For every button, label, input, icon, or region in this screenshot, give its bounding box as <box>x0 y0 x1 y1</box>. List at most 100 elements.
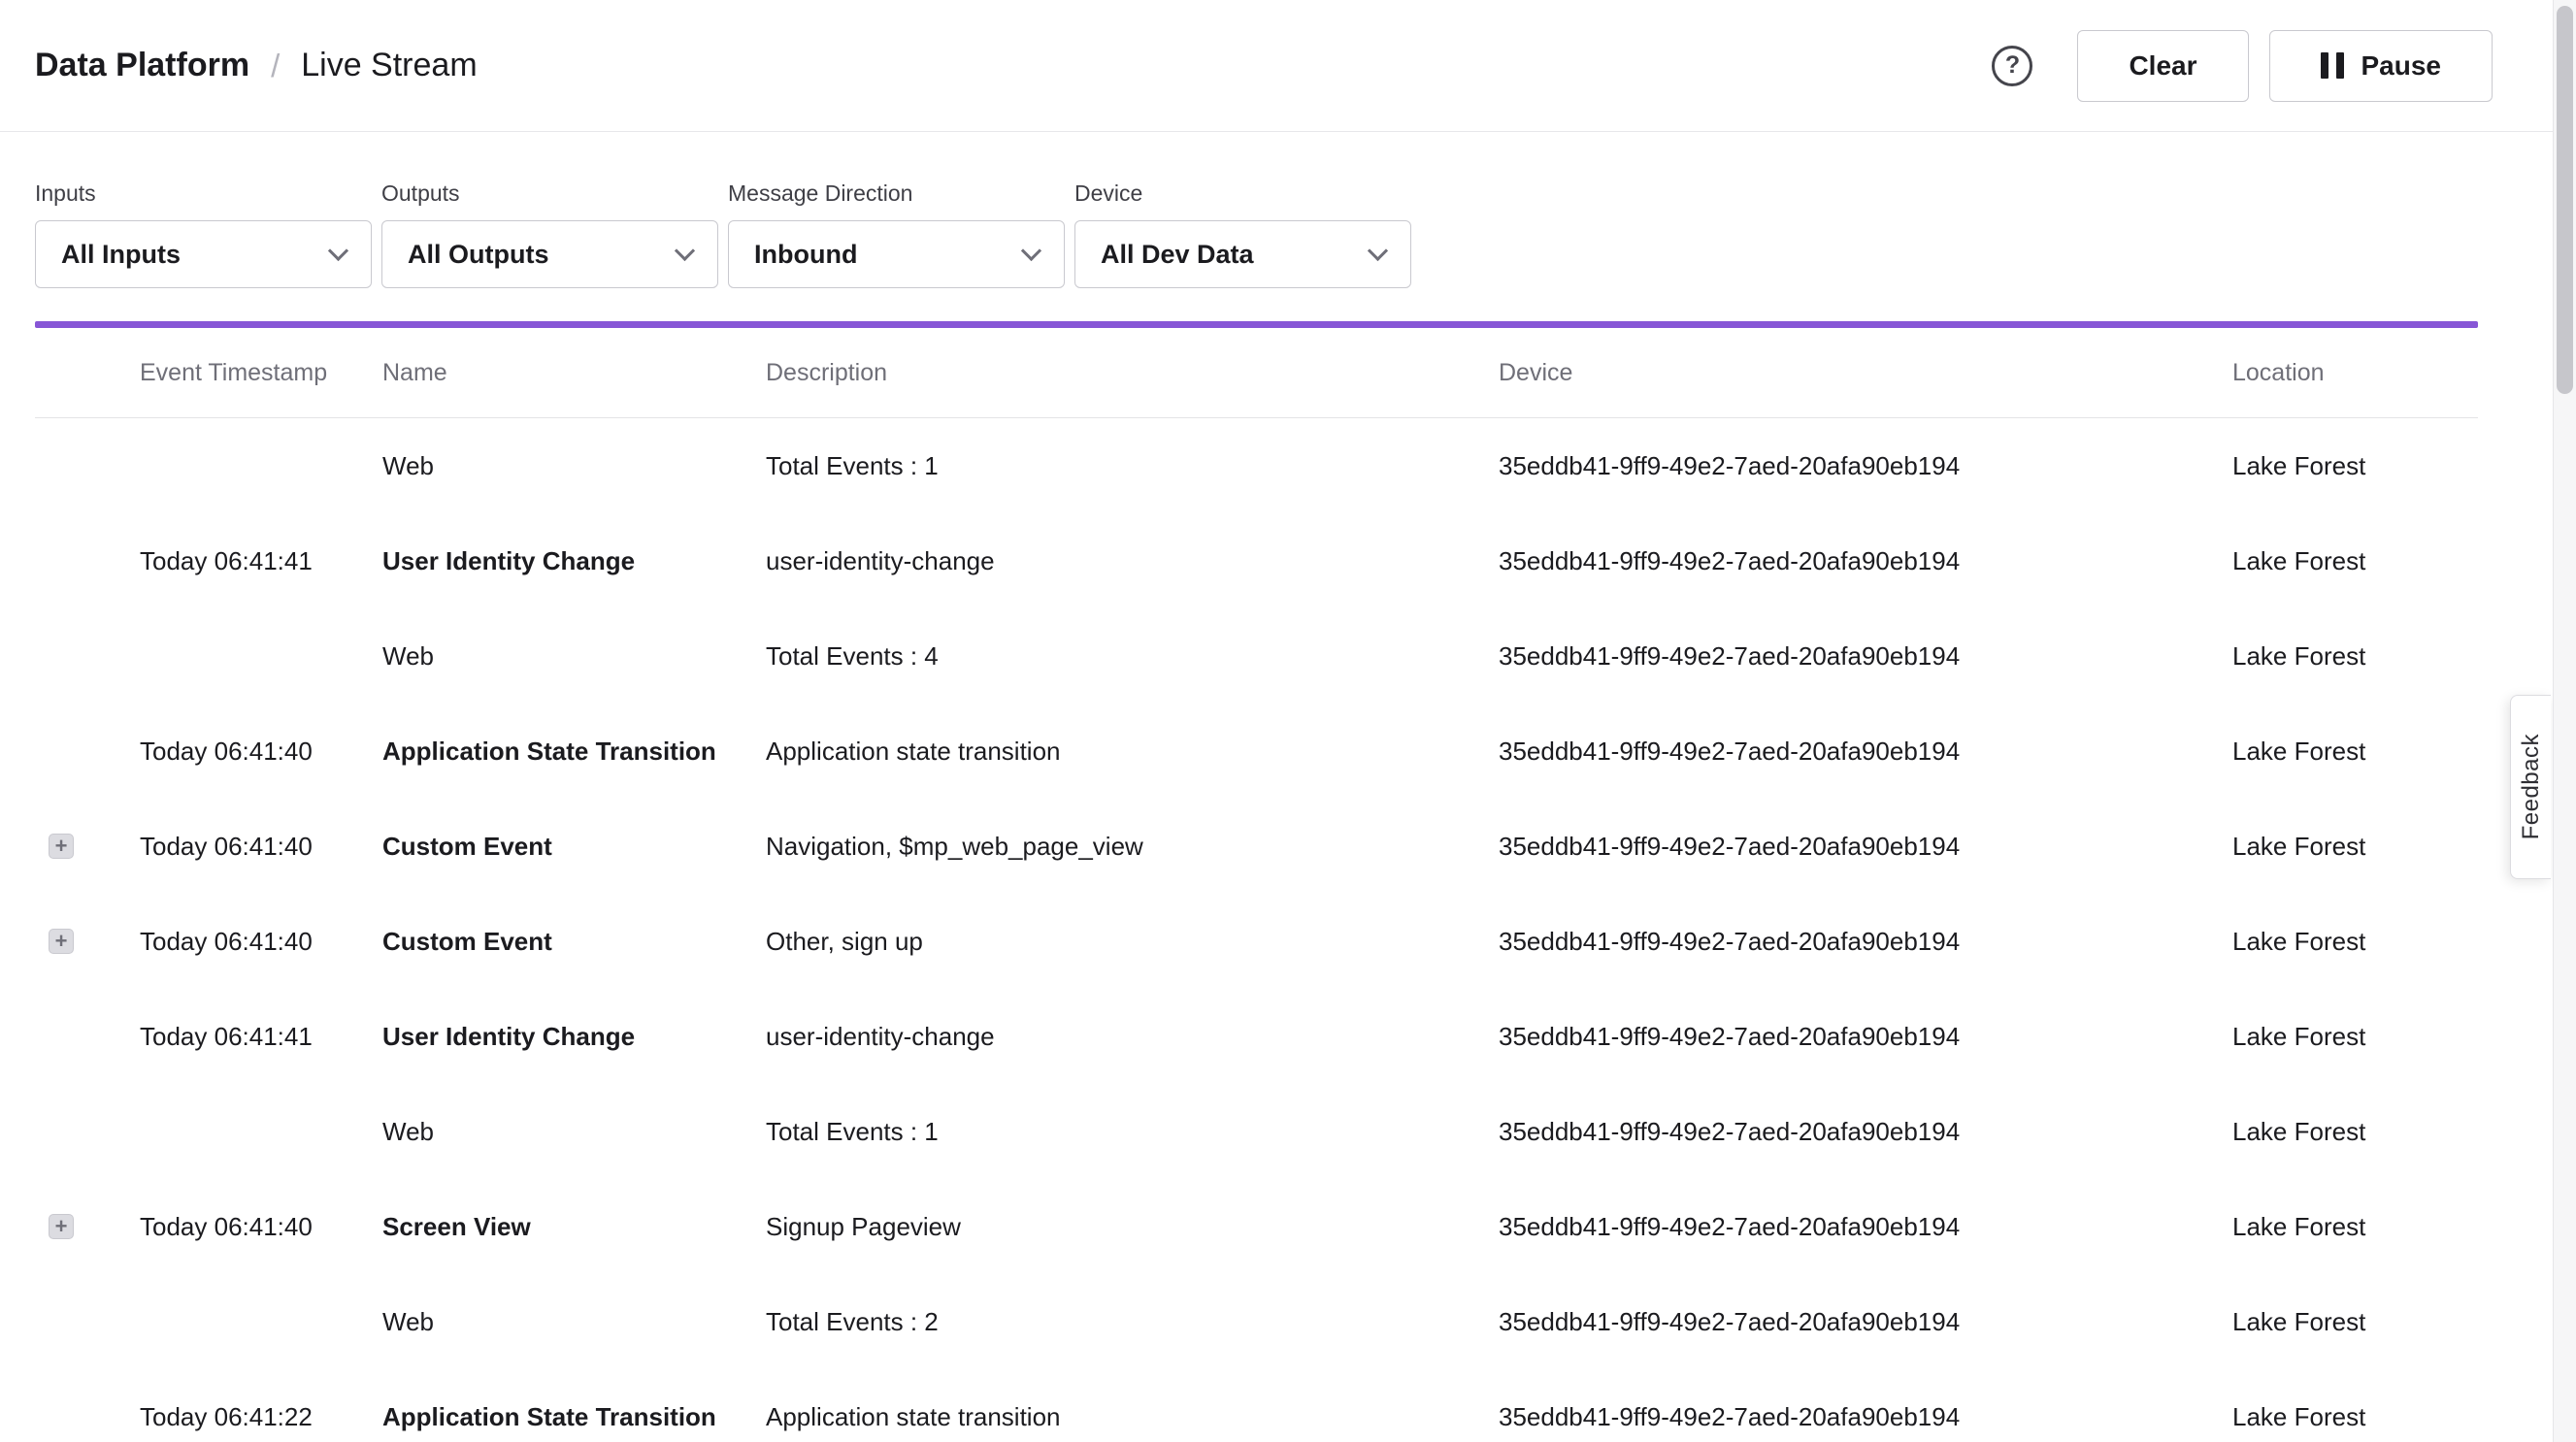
filter-select[interactable]: All Outputs <box>381 220 718 288</box>
event-description: Other, sign up <box>766 927 1499 957</box>
expand-icon[interactable]: + <box>49 1214 74 1239</box>
event-location: Lake Forest <box>2232 1307 2478 1337</box>
event-location: Lake Forest <box>2232 832 2478 862</box>
event-description: Application state transition <box>766 1402 1499 1432</box>
filter-select-value: All Outputs <box>408 240 548 270</box>
event-device: 35eddb41-9ff9-49e2-7aed-20afa90eb194 <box>1499 1307 2232 1337</box>
filter-bar: Inputs All Inputs Outputs All Outputs Me… <box>35 180 2576 288</box>
breadcrumb-section[interactable]: Data Platform <box>35 47 249 84</box>
filter-select[interactable]: Inbound <box>728 220 1065 288</box>
filter-select[interactable]: All Dev Data <box>1074 220 1411 288</box>
table-row[interactable]: + Today 06:41:40 Custom Event Navigation… <box>35 799 2478 894</box>
column-header: Device <box>1499 359 2232 387</box>
table-row[interactable]: + Today 06:41:41 User Identity Change us… <box>35 513 2478 608</box>
expand-icon[interactable]: + <box>49 929 74 954</box>
table-row[interactable]: + Web Total Events : 2 35eddb41-9ff9-49e… <box>35 1274 2478 1369</box>
event-name: Web <box>382 1307 766 1337</box>
event-timestamp: Today 06:41:41 <box>140 1022 382 1052</box>
events-table: Event TimestampNameDescriptionDeviceLoca… <box>35 328 2478 1442</box>
expand-icon[interactable]: + <box>49 834 74 859</box>
table-row[interactable]: + Today 06:41:40 Custom Event Other, sig… <box>35 894 2478 989</box>
event-location: Lake Forest <box>2232 641 2478 672</box>
table-row[interactable]: + Web Total Events : 4 35eddb41-9ff9-49e… <box>35 608 2478 704</box>
expand-cell: + <box>35 1214 140 1239</box>
event-name: Custom Event <box>382 927 766 957</box>
chevron-down-icon <box>328 240 348 260</box>
event-location: Lake Forest <box>2232 1402 2478 1432</box>
expand-cell: + <box>35 453 140 478</box>
event-name: Web <box>382 641 766 672</box>
event-device: 35eddb41-9ff9-49e2-7aed-20afa90eb194 <box>1499 1022 2232 1052</box>
event-name: Application State Transition <box>382 1402 766 1432</box>
filter-select-value: All Inputs <box>61 240 181 270</box>
column-header: Event Timestamp <box>140 359 382 387</box>
event-name: Screen View <box>382 1212 766 1242</box>
chevron-down-icon <box>675 240 695 260</box>
event-description: Total Events : 2 <box>766 1307 1499 1337</box>
event-timestamp: Today 06:41:40 <box>140 832 382 862</box>
feedback-tab[interactable]: Feedback <box>2510 695 2551 879</box>
event-location: Lake Forest <box>2232 1212 2478 1242</box>
filter-group: Outputs All Outputs <box>381 180 718 288</box>
table-row[interactable]: + Web Total Events : 1 35eddb41-9ff9-49e… <box>35 1084 2478 1179</box>
pause-button[interactable]: Pause <box>2269 30 2493 102</box>
event-device: 35eddb41-9ff9-49e2-7aed-20afa90eb194 <box>1499 737 2232 767</box>
event-location: Lake Forest <box>2232 546 2478 576</box>
event-description: user-identity-change <box>766 1022 1499 1052</box>
event-description: Total Events : 4 <box>766 641 1499 672</box>
event-name: Application State Transition <box>382 737 766 767</box>
event-description: Total Events : 1 <box>766 451 1499 481</box>
filter-select-value: All Dev Data <box>1101 240 1254 270</box>
expand-cell: + <box>35 738 140 764</box>
column-header: Name <box>382 359 766 387</box>
event-device: 35eddb41-9ff9-49e2-7aed-20afa90eb194 <box>1499 832 2232 862</box>
event-device: 35eddb41-9ff9-49e2-7aed-20afa90eb194 <box>1499 546 2232 576</box>
filter-select[interactable]: All Inputs <box>35 220 372 288</box>
event-timestamp: Today 06:41:41 <box>140 546 382 576</box>
accent-divider <box>35 321 2478 328</box>
event-description: user-identity-change <box>766 546 1499 576</box>
event-description: Navigation, $mp_web_page_view <box>766 832 1499 862</box>
chevron-down-icon <box>1021 240 1041 260</box>
expand-cell: + <box>35 643 140 669</box>
expand-cell: + <box>35 1309 140 1334</box>
event-name: Custom Event <box>382 832 766 862</box>
filter-group: Device All Dev Data <box>1074 180 1411 288</box>
event-device: 35eddb41-9ff9-49e2-7aed-20afa90eb194 <box>1499 927 2232 957</box>
breadcrumb: Data Platform / Live Stream <box>35 47 478 84</box>
scrollbar[interactable] <box>2553 0 2576 1442</box>
header-actions: ? Clear Pause <box>1992 30 2493 102</box>
table-row[interactable]: + Today 06:41:22 Application State Trans… <box>35 1369 2478 1442</box>
event-name: User Identity Change <box>382 1022 766 1052</box>
event-device: 35eddb41-9ff9-49e2-7aed-20afa90eb194 <box>1499 641 2232 672</box>
column-header: Location <box>2232 359 2478 387</box>
pause-icon <box>2321 52 2344 79</box>
table-row[interactable]: + Today 06:41:41 User Identity Change us… <box>35 989 2478 1084</box>
table-row[interactable]: + Today 06:41:40 Screen View Signup Page… <box>35 1179 2478 1274</box>
table-row[interactable]: + Web Total Events : 1 35eddb41-9ff9-49e… <box>35 418 2478 513</box>
event-device: 35eddb41-9ff9-49e2-7aed-20afa90eb194 <box>1499 1212 2232 1242</box>
table-header-row: Event TimestampNameDescriptionDeviceLoca… <box>35 328 2478 418</box>
expand-cell: + <box>35 1024 140 1049</box>
feedback-tab-label: Feedback <box>2518 734 2545 839</box>
event-timestamp: Today 06:41:40 <box>140 1212 382 1242</box>
table-row[interactable]: + Today 06:41:40 Application State Trans… <box>35 704 2478 799</box>
event-name: User Identity Change <box>382 546 766 576</box>
filter-label: Message Direction <box>728 180 1065 207</box>
expand-cell: + <box>35 1119 140 1144</box>
page-header: Data Platform / Live Stream ? Clear Paus… <box>0 0 2576 132</box>
breadcrumb-separator: / <box>271 48 280 84</box>
help-icon[interactable]: ? <box>1992 46 2032 86</box>
filter-select-value: Inbound <box>754 240 857 270</box>
event-device: 35eddb41-9ff9-49e2-7aed-20afa90eb194 <box>1499 451 2232 481</box>
chevron-down-icon <box>1368 240 1388 260</box>
event-timestamp: Today 06:41:22 <box>140 1402 382 1432</box>
clear-button[interactable]: Clear <box>2077 30 2248 102</box>
expand-cell: + <box>35 929 140 954</box>
scrollbar-thumb[interactable] <box>2557 6 2573 394</box>
pause-button-label: Pause <box>2361 50 2442 82</box>
event-timestamp: Today 06:41:40 <box>140 737 382 767</box>
event-location: Lake Forest <box>2232 451 2478 481</box>
column-header: Description <box>766 359 1499 387</box>
expand-cell: + <box>35 834 140 859</box>
